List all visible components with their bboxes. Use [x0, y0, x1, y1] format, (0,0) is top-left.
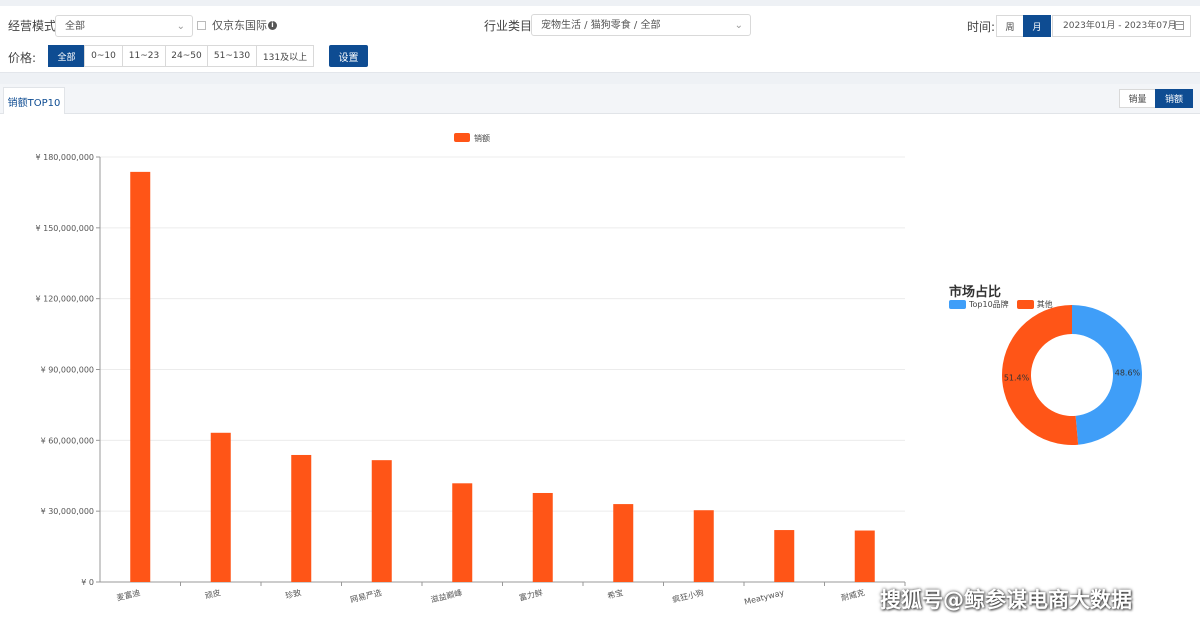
- legend-swatch-top10: [949, 300, 966, 309]
- y-tick-label: ¥ 30,000,000: [41, 507, 94, 516]
- legend-label-sales: 销额: [474, 133, 490, 143]
- y-tick-label: ¥ 180,000,000: [35, 153, 94, 162]
- y-tick-label: ¥ 90,000,000: [41, 366, 94, 375]
- y-tick-label: ¥ 0: [81, 578, 94, 587]
- bar[interactable]: [613, 504, 634, 582]
- bar[interactable]: [532, 492, 553, 582]
- x-tick-label: 希宝: [606, 587, 624, 601]
- x-tick-label: 耐威克: [840, 587, 866, 603]
- donut-slice-label: 51.4%: [1004, 373, 1030, 382]
- x-tick-label: Meatyway: [743, 588, 785, 607]
- donut-chart: 48.6% 51.4%: [1002, 305, 1143, 445]
- bar[interactable]: [854, 530, 875, 582]
- donut-slice-label: 48.6%: [1115, 369, 1141, 378]
- bar[interactable]: [452, 483, 473, 582]
- x-tick-label: 富力鲜: [518, 587, 544, 603]
- y-tick-label: ¥ 120,000,000: [35, 295, 94, 304]
- bar-legend[interactable]: 销额: [454, 133, 490, 143]
- x-tick-label: 疯狂小狗: [671, 587, 704, 604]
- bar[interactable]: [371, 460, 392, 582]
- bar[interactable]: [210, 432, 231, 582]
- x-tick-label: 麦富迪: [115, 587, 141, 603]
- x-tick-label: 网易严选: [349, 587, 382, 604]
- bar[interactable]: [130, 171, 151, 582]
- bar[interactable]: [693, 510, 714, 582]
- y-tick-label: ¥ 150,000,000: [35, 224, 94, 233]
- y-tick-label: ¥ 60,000,000: [41, 436, 94, 445]
- legend-swatch-sales: [454, 133, 470, 142]
- x-tick-label: 滋益巅峰: [430, 587, 463, 604]
- bar[interactable]: [774, 530, 795, 582]
- watermark: 搜狐号@鲸参谋电商大数据: [880, 588, 1132, 612]
- bar[interactable]: [291, 454, 312, 582]
- x-tick-label: 顽皮: [204, 587, 222, 601]
- x-tick-label: 珍致: [284, 587, 302, 601]
- donut-title: 市场占比: [949, 285, 1002, 300]
